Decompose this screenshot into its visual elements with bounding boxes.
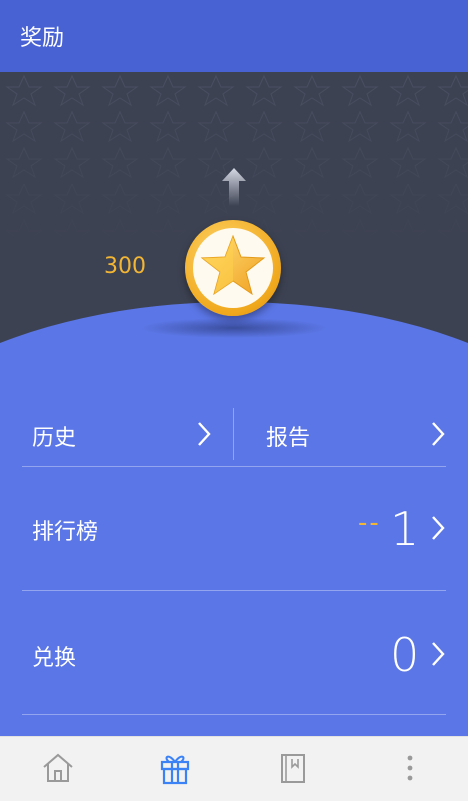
chevron-right-icon <box>432 516 445 540</box>
up-arrow-icon <box>222 168 246 206</box>
chevron-right-icon <box>432 642 445 666</box>
coin-shadow <box>140 318 328 338</box>
home-icon <box>43 753 73 782</box>
report-button[interactable]: 报告 <box>234 400 468 466</box>
divider <box>22 714 446 715</box>
app-header: 奖励 <box>0 0 468 72</box>
leaderboard-prefix: -- <box>358 508 381 538</box>
star-icon <box>200 234 266 296</box>
redeem-value: 0 <box>390 628 420 682</box>
divider <box>22 590 446 591</box>
redeem-label: 兑换 <box>32 646 77 671</box>
rewards-hero: 300 <box>0 72 468 372</box>
book-icon <box>281 754 305 783</box>
nav-book[interactable] <box>273 751 313 785</box>
history-label: 历史 <box>32 426 77 451</box>
more-vertical-icon <box>407 755 413 781</box>
chevron-right-icon <box>198 422 211 446</box>
leaderboard-row[interactable]: 排行榜 -- 1 <box>0 468 468 588</box>
reward-coin <box>185 220 281 316</box>
leaderboard-label: 排行榜 <box>32 520 99 545</box>
report-label: 报告 <box>266 426 311 451</box>
bottom-navigation <box>0 736 468 801</box>
nav-rewards[interactable] <box>155 751 195 785</box>
leaderboard-rank: 1 <box>390 502 420 556</box>
divider <box>22 466 446 467</box>
history-report-row: 历史 报告 <box>0 400 468 466</box>
history-button[interactable]: 历史 <box>0 400 233 466</box>
redeem-row[interactable]: 兑换 0 <box>0 592 468 712</box>
points-value: 300 <box>104 254 146 279</box>
nav-home[interactable] <box>38 751 78 785</box>
gift-icon <box>160 755 190 785</box>
nav-more[interactable] <box>390 751 430 785</box>
chevron-right-icon <box>432 422 445 446</box>
page-title: 奖励 <box>20 26 65 51</box>
